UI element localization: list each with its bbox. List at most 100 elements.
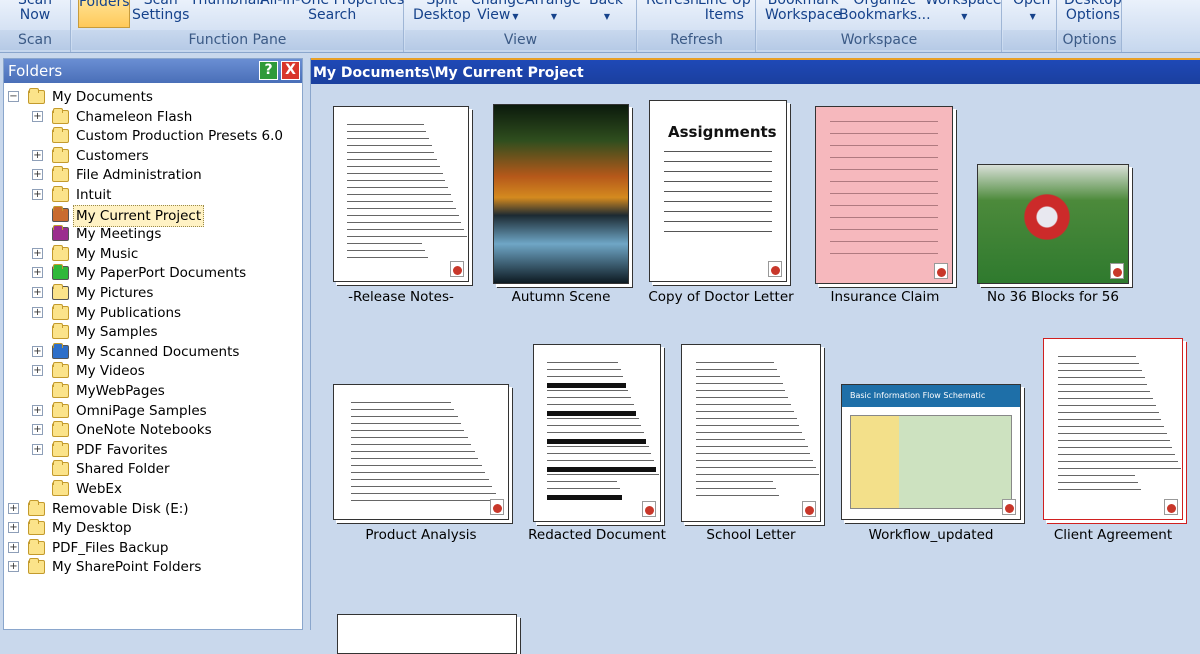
change-view-button[interactable]: Change View ▼ — [471, 0, 525, 24]
bookmark-workspace-button[interactable]: Bookmark Workspace — [765, 0, 842, 23]
close-icon[interactable]: X — [281, 61, 300, 80]
folder-tree-label: PDF Favorites — [76, 441, 168, 458]
expand-icon[interactable]: + — [8, 502, 19, 514]
folder-tree-item[interactable]: + My Scanned Documents — [4, 342, 300, 362]
folder-tree-item[interactable]: + Removable Disk (E:) — [4, 499, 300, 519]
chevron-down-icon: ▼ — [512, 12, 519, 21]
text-line — [546, 495, 623, 500]
table-row-line — [663, 221, 773, 222]
folder-tree-item[interactable]: Custom Production Presets 6.0 — [4, 126, 300, 146]
expand-icon[interactable]: + — [8, 522, 19, 534]
expand-icon[interactable]: + — [8, 561, 19, 573]
text-line — [695, 425, 800, 426]
expand-icon[interactable]: + — [32, 424, 43, 436]
text-line — [1057, 447, 1173, 448]
text-line — [829, 121, 939, 122]
text-line — [351, 451, 475, 452]
folder-icon — [52, 362, 69, 379]
folder-tree-item[interactable]: + My Music — [4, 244, 300, 264]
table-row-line — [663, 201, 773, 202]
refresh-button[interactable]: Refresh — [646, 0, 699, 8]
folder-tree-item[interactable]: + PDF_Files Backup — [4, 538, 300, 558]
text-line — [347, 180, 446, 181]
scan-now-button[interactable]: Scan Now — [18, 0, 52, 23]
thumbnail-search-button[interactable]: Thumbnail — [190, 0, 264, 8]
expand-icon[interactable]: + — [32, 149, 43, 161]
collapse-icon[interactable]: − — [8, 91, 19, 102]
text-line — [829, 157, 939, 158]
back-button[interactable]: Back ▼ — [589, 0, 623, 24]
expand-icon[interactable]: + — [32, 247, 43, 259]
folder-tree-item[interactable]: − My Documents — [4, 87, 300, 107]
folder-tree-item[interactable]: My Samples — [4, 322, 300, 342]
split-desktop-button[interactable]: Split Desktop — [413, 0, 471, 23]
expand-icon[interactable]: + — [32, 306, 43, 318]
folder-tree-item[interactable]: + OneNote Notebooks — [4, 420, 300, 440]
expand-icon[interactable]: + — [32, 404, 43, 416]
scan-settings-button[interactable]: Scan Settings — [132, 0, 189, 23]
workspace-button[interactable]: Workspace ▼ — [925, 0, 1002, 24]
organize-bookmarks-button[interactable]: Organize Bookmarks... — [839, 0, 931, 23]
text-line — [1057, 433, 1167, 434]
folder-tree-item[interactable]: + Customers — [4, 146, 300, 166]
folder-tree-item[interactable]: + OmniPage Samples — [4, 401, 300, 421]
open-button[interactable]: Open ▼ — [1013, 0, 1050, 24]
folder-tree-label: My Documents — [52, 89, 153, 105]
text-line — [351, 493, 496, 494]
folder-tree-item[interactable]: My Current Project — [4, 204, 300, 227]
folder-tree-item[interactable]: + My Pictures — [4, 283, 300, 303]
folder-tree-item[interactable]: + My SharePoint Folders — [4, 557, 300, 577]
folder-icon — [52, 323, 69, 340]
content-pane: My Documents\My Current Project -Release… — [310, 58, 1200, 654]
text-line — [546, 369, 621, 370]
folder-tree-item[interactable]: + My PaperPort Documents — [4, 263, 300, 283]
help-icon[interactable]: ? — [259, 61, 278, 80]
folders-pane-title: Folders — [8, 62, 63, 80]
text-line — [1057, 419, 1162, 420]
folder-tree-item[interactable]: Shared Folder — [4, 459, 300, 479]
expand-icon[interactable]: + — [32, 110, 43, 122]
folder-tree-item[interactable]: MyWebPages — [4, 381, 300, 401]
folder-tree-item[interactable]: My Meetings — [4, 224, 300, 244]
breadcrumb: My Documents\My Current Project — [311, 58, 1200, 84]
text-line — [829, 205, 939, 206]
text-line — [347, 208, 456, 209]
folder-tree-item[interactable]: + Intuit — [4, 185, 300, 205]
expand-icon[interactable]: + — [32, 345, 43, 357]
thumbnail-image: Assignments — [649, 100, 787, 282]
arrange-button[interactable]: Arrange ▼ — [525, 0, 581, 24]
text-line — [695, 390, 786, 391]
thumbnail-caption: Product Analysis — [365, 527, 477, 543]
table-row-line — [663, 231, 773, 232]
all-in-one-search-button[interactable]: All-in-One Properties Search — [260, 0, 404, 23]
text-line — [546, 376, 624, 377]
desktop-options-button[interactable]: Desktop Options — [1064, 0, 1122, 23]
folder-tree-item[interactable]: + My Desktop — [4, 518, 300, 538]
text-line — [1057, 426, 1165, 427]
expand-icon[interactable]: + — [32, 443, 43, 455]
text-line — [695, 432, 803, 433]
text-line — [347, 257, 428, 258]
folder-tree-item[interactable]: WebEx — [4, 479, 300, 499]
expand-icon[interactable]: + — [32, 365, 43, 377]
folder-tree-item[interactable]: + Chameleon Flash — [4, 107, 300, 127]
text-line — [1057, 468, 1181, 469]
line-up-items-button[interactable]: Line Up Items — [698, 0, 751, 23]
expand-icon[interactable]: + — [32, 189, 43, 200]
folder-tree-item[interactable]: + My Publications — [4, 303, 300, 323]
expand-icon[interactable]: + — [32, 267, 43, 279]
text-line — [546, 425, 642, 426]
text-line — [546, 481, 618, 482]
text-line — [546, 404, 634, 405]
folder-icon — [52, 460, 69, 477]
folders-button[interactable]: Folders — [78, 0, 130, 28]
table-row-line — [663, 171, 773, 172]
expand-icon[interactable]: + — [8, 541, 19, 553]
expand-icon[interactable]: + — [32, 287, 43, 298]
folder-tree-item[interactable]: + File Administration — [4, 165, 300, 185]
folder-tree-item[interactable]: + PDF Favorites — [4, 440, 300, 460]
text-line — [546, 411, 637, 416]
folder-tree-item[interactable]: + My Videos — [4, 361, 300, 381]
expand-icon[interactable]: + — [32, 169, 43, 181]
folder-icon — [52, 421, 69, 438]
